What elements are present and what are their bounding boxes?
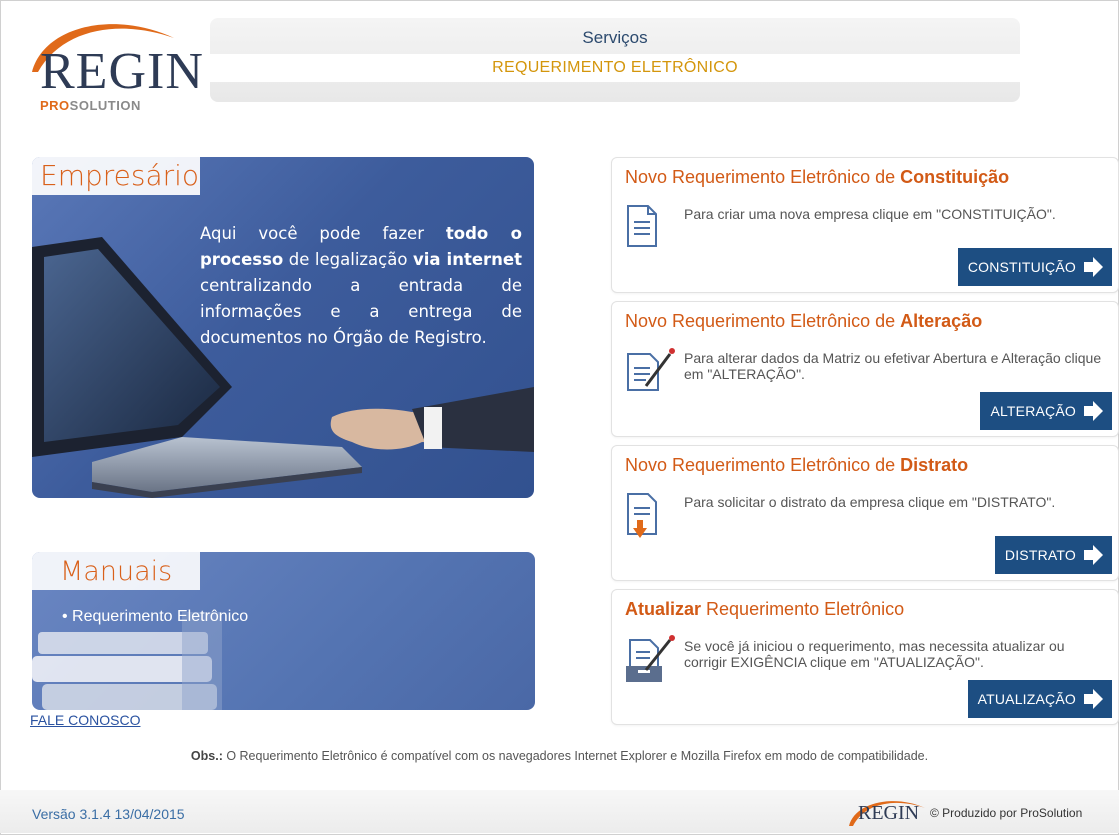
manuais-title: Manuais <box>60 556 173 587</box>
card-title-bold: Alteração <box>900 311 983 331</box>
update-document-icon <box>626 635 675 682</box>
card-title: Atualizar Requerimento Eletrônico <box>625 599 904 620</box>
fale-conosco-link[interactable]: FALE CONOSCO <box>30 712 140 728</box>
arrow-right-icon <box>1084 257 1103 277</box>
logo-sub-pro: PRO <box>40 98 70 113</box>
arrow-right-icon <box>1084 401 1103 421</box>
card-title: Novo Requerimento Eletrônico de Distrato <box>625 455 968 476</box>
card-description: Para alterar dados da Matriz ou efetivar… <box>684 350 1102 382</box>
arrow-right-icon <box>1084 689 1103 709</box>
card-description: Se você já iniciou o requerimento, mas n… <box>684 638 1065 670</box>
footer-logo-name: REGIN <box>858 802 920 824</box>
card-title-bold: Atualizar <box>625 599 702 619</box>
card-title-pre: Novo Requerimento Eletrônico de <box>625 167 901 187</box>
empresario-text-3: centralizando a entrada de informações e… <box>200 276 522 347</box>
manual-requerimento-link[interactable]: • Requerimento Eletrônico <box>62 608 248 626</box>
footer: Versão 3.1.4 13/04/2015 REGIN © Produzid… <box>0 790 1119 833</box>
empresario-title-box: Empresário <box>32 157 200 195</box>
obs-text: O Requerimento Eletrônico é compatível c… <box>222 749 929 763</box>
compatibility-note: Obs.: O Requerimento Eletrônico é compat… <box>0 749 1119 763</box>
card-description: Para criar uma nova empresa clique em "C… <box>684 206 1056 222</box>
card-atualizacao: Atualizar Requerimento Eletrônico Se voc… <box>611 589 1119 725</box>
alteracao-button-label: ALTERAÇÃO <box>990 403 1076 419</box>
card-constituicao: Novo Requerimento Eletrônico de Constitu… <box>611 157 1119 293</box>
distrato-button[interactable]: DISTRATO <box>994 536 1112 574</box>
logo-subtitle: PROSOLUTION <box>40 98 141 113</box>
logo-name: REGIN <box>40 43 204 100</box>
empresario-text-bold-2: via internet <box>412 250 522 269</box>
footer-credit: © Produzido por ProSolution <box>930 806 1083 820</box>
empresario-description: Aqui você pode fazer todo o processo de … <box>200 221 522 351</box>
card-title: Novo Requerimento Eletrônico de Alteraçã… <box>625 311 982 332</box>
edit-document-icon <box>627 348 675 391</box>
regin-logo: REGIN PROSOLUTION <box>24 16 203 126</box>
document-download-icon <box>627 493 657 538</box>
document-icon <box>627 205 657 247</box>
card-title-bold: Constituição <box>900 167 1010 187</box>
header-subtitle: REQUERIMENTO ELETRÔNICO <box>210 54 1020 82</box>
atualizacao-button[interactable]: ATUALIZAÇÃO <box>967 680 1112 718</box>
arrow-right-icon <box>1084 545 1103 565</box>
distrato-button-label: DISTRATO <box>1004 547 1076 563</box>
alteracao-button[interactable]: ALTERAÇÃO <box>980 392 1112 430</box>
card-title: Novo Requerimento Eletrônico de Constitu… <box>625 167 1009 188</box>
obs-label: Obs.: <box>190 749 223 763</box>
header-banner: Serviços REQUERIMENTO ELETRÔNICO <box>210 18 1020 102</box>
card-alteracao: Novo Requerimento Eletrônico de Alteraçã… <box>611 301 1119 437</box>
card-title-pre: Novo Requerimento Eletrônico de <box>625 455 901 475</box>
books-image <box>32 612 222 710</box>
atualizacao-button-label: ATUALIZAÇÃO <box>977 691 1076 707</box>
version-text: Versão 3.1.4 13/04/2015 <box>32 806 185 822</box>
card-title-pre: Novo Requerimento Eletrônico de <box>625 311 901 331</box>
empresario-text-2: de legalização <box>283 250 413 269</box>
empresario-title: Empresário <box>40 159 200 192</box>
card-distrato: Novo Requerimento Eletrônico de Distrato… <box>611 445 1119 581</box>
header-title: Serviços <box>582 28 648 47</box>
empresario-text-1: Aqui você pode fazer <box>200 224 446 243</box>
manuais-panel: Manuais • Requerimento Eletrônico <box>32 552 535 710</box>
constituicao-button[interactable]: CONSTITUIÇÃO <box>957 248 1112 286</box>
empresario-panel: Empresário Aqui você pode fazer todo o p… <box>32 157 534 498</box>
card-description: Para solicitar o distrato da empresa cli… <box>684 494 1056 510</box>
manuais-title-box: Manuais <box>32 552 200 590</box>
card-title-post: Requerimento Eletrônico <box>701 599 905 619</box>
constituicao-button-label: CONSTITUIÇÃO <box>967 259 1076 275</box>
card-title-bold: Distrato <box>900 455 969 475</box>
logo-sub-solution: SOLUTION <box>69 98 141 113</box>
